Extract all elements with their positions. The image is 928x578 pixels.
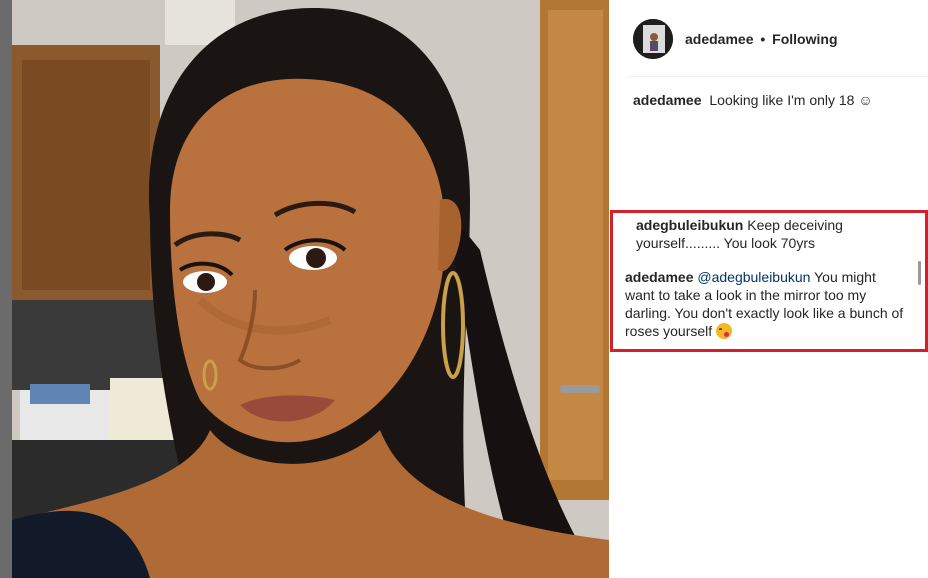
header-text: adedamee • Following — [685, 31, 838, 47]
avatar-image — [633, 19, 673, 59]
following-button[interactable]: Following — [772, 31, 837, 47]
comments-scrollbar[interactable] — [918, 261, 921, 285]
post-photo[interactable] — [0, 0, 609, 578]
comment-item: adegbuleibukun Keep deceiving yourself..… — [636, 216, 896, 252]
caption-text: Looking like I'm only 18 ☺ — [709, 92, 873, 108]
selfie-image — [0, 0, 609, 578]
caption-author[interactable]: adedamee — [633, 92, 701, 108]
author-username[interactable]: adedamee — [685, 31, 753, 47]
comment-item: adedamee @adegbuleibukun You might want … — [625, 268, 905, 340]
instagram-post-view: adedamee • Following adedamee Looking li… — [0, 0, 928, 578]
comment-mention[interactable]: @adegbuleibukun — [697, 269, 810, 285]
comment-author[interactable]: adedamee — [625, 269, 693, 285]
hidden-comment-fragment: ~~~~~~~~~~~~~~~~~~~~~~~~ — [625, 350, 825, 356]
post-side-panel: adedamee • Following adedamee Looking li… — [609, 0, 928, 578]
avatar[interactable] — [633, 19, 673, 59]
post-header: adedamee • Following — [633, 18, 923, 60]
highlighted-comments-box: adegbuleibukun Keep deceiving yourself..… — [610, 210, 928, 352]
partially-hidden-comment: ~~~~~~~~~~~~~~~~~~~~~~~~ — [625, 350, 825, 356]
post-caption: adedamee Looking like I'm only 18 ☺ — [633, 91, 923, 109]
separator-dot: • — [760, 31, 766, 47]
kissing-heart-emoji-icon — [716, 323, 733, 339]
header-divider — [627, 76, 927, 77]
comment-author[interactable]: adegbuleibukun — [636, 217, 743, 233]
